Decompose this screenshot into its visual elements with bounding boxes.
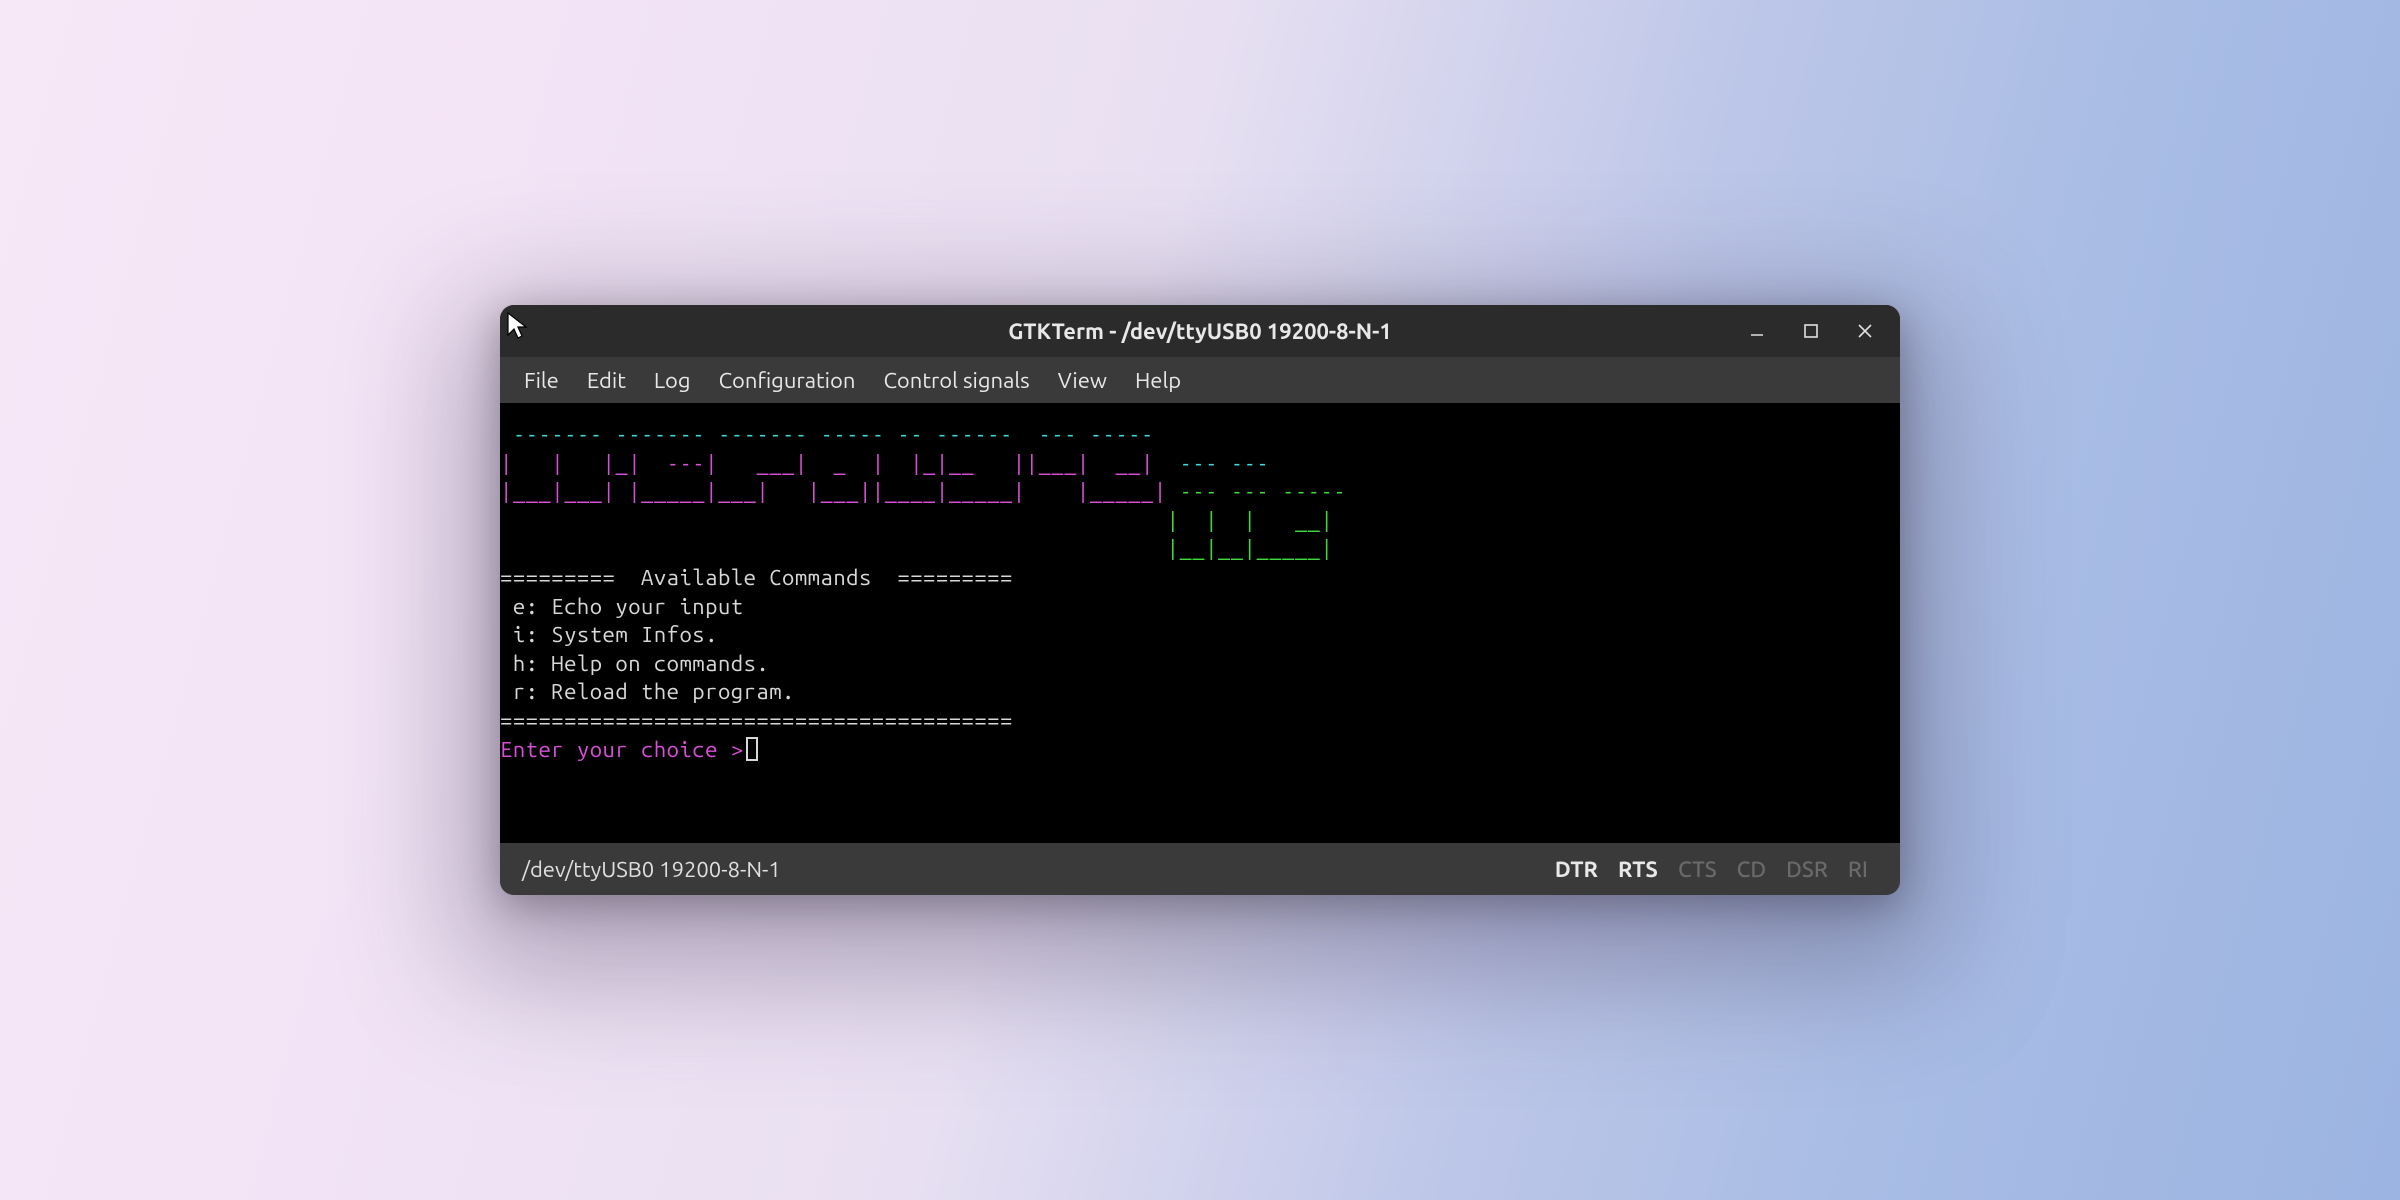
ascii-art-line: --- --- ----- [1167, 479, 1346, 504]
signal-cd[interactable]: CD [1727, 857, 1776, 882]
ascii-art-line: | | | __| [500, 508, 1333, 533]
signal-cts[interactable]: CTS [1668, 857, 1727, 882]
command-line: e: Echo your input [500, 594, 744, 619]
menu-log[interactable]: Log [640, 362, 705, 399]
signal-dtr[interactable]: DTR [1545, 857, 1608, 882]
window-controls [1744, 318, 1900, 344]
titlebar: GTKTerm - /dev/ttyUSB0 19200-8-N-1 [500, 305, 1900, 357]
menu-edit[interactable]: Edit [573, 362, 640, 399]
statusbar: /dev/ttyUSB0 19200-8-N-1 DTR RTS CTS CD … [500, 843, 1900, 895]
menu-view[interactable]: View [1044, 362, 1121, 399]
menubar: File Edit Log Configuration Control sign… [500, 357, 1900, 403]
status-device: /dev/ttyUSB0 19200-8-N-1 [522, 857, 781, 882]
text-cursor [746, 737, 758, 761]
window-title: GTKTerm - /dev/ttyUSB0 19200-8-N-1 [500, 319, 1900, 344]
maximize-button[interactable] [1798, 318, 1824, 344]
section-footer: ======================================== [500, 708, 1013, 733]
ascii-art-line: ------- ------- ------- ----- -- ------ … [500, 422, 1167, 447]
signal-rts[interactable]: RTS [1608, 857, 1668, 882]
minimize-button[interactable] [1744, 318, 1770, 344]
menu-configuration[interactable]: Configuration [705, 362, 870, 399]
ascii-art-line: |__|__|_____| [500, 536, 1333, 561]
input-prompt: Enter your choice > [500, 737, 744, 762]
ascii-art-line: | | |_| ---| ___| _ | |_|__ ||___| __| [500, 451, 1167, 476]
terminal-output[interactable]: ------- ------- ------- ----- -- ------ … [500, 403, 1900, 843]
ascii-art-line: --- --- [1167, 451, 1282, 476]
gtkterm-window: GTKTerm - /dev/ttyUSB0 19200-8-N-1 File … [500, 305, 1900, 895]
command-line: h: Help on commands. [500, 651, 769, 676]
signal-ri[interactable]: RI [1838, 857, 1878, 882]
menu-help[interactable]: Help [1121, 362, 1195, 399]
menu-file[interactable]: File [510, 362, 573, 399]
section-header: ========= Available Commands ========= [500, 565, 1013, 590]
menu-control-signals[interactable]: Control signals [869, 362, 1043, 399]
command-line: i: System Infos. [500, 622, 718, 647]
ascii-art-line: |___|___| |_____|___| |___||____|_____| … [500, 479, 1167, 504]
signal-dsr[interactable]: DSR [1776, 857, 1838, 882]
command-line: r: Reload the program. [500, 679, 795, 704]
close-button[interactable] [1852, 318, 1878, 344]
